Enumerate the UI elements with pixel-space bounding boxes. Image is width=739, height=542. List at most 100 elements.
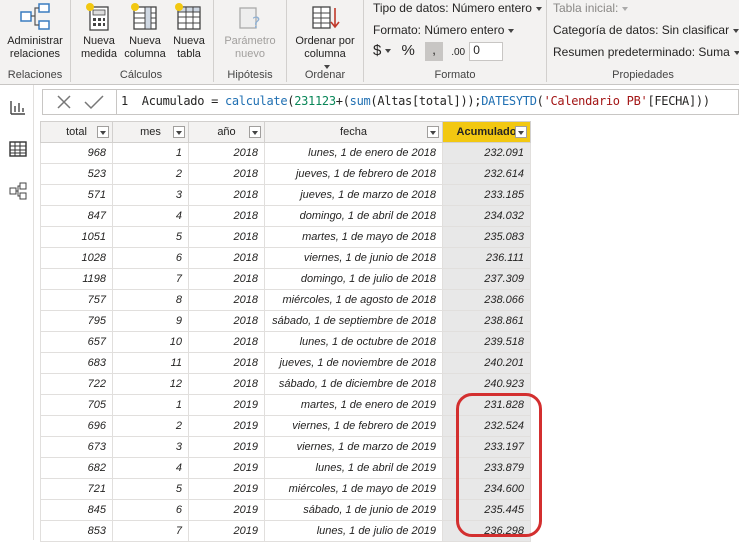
cell-fecha[interactable]: domingo, 1 de julio de 2018 — [264, 268, 443, 290]
cell-total[interactable]: 523 — [40, 163, 113, 185]
table-row[interactable]: 845 6 2019 sábado, 1 de junio de 2019 235.44… — [40, 499, 531, 521]
cell-fecha[interactable]: lunes, 1 de enero de 2018 — [264, 142, 443, 164]
commit-formula-icon[interactable] — [83, 93, 105, 111]
table-row[interactable]: 1051 5 2018 martes, 1 de mayo de 2018 235.08… — [40, 226, 531, 248]
currency-button[interactable]: $ — [373, 42, 381, 59]
cell-acumulado[interactable]: 233.185 — [442, 184, 531, 206]
cell-anio[interactable]: 2019 — [188, 415, 265, 437]
column-header-total[interactable]: total — [40, 121, 113, 143]
chevron-down-icon[interactable] — [385, 49, 392, 54]
cell-anio[interactable]: 2019 — [188, 520, 265, 542]
cell-total[interactable]: 696 — [40, 415, 113, 437]
cell-total[interactable]: 845 — [40, 499, 113, 521]
cell-total[interactable]: 1198 — [40, 268, 113, 290]
cell-fecha[interactable]: viernes, 1 de marzo de 2019 — [264, 436, 443, 458]
cell-fecha[interactable]: viernes, 1 de febrero de 2019 — [264, 415, 443, 437]
cell-fecha[interactable]: sábado, 1 de junio de 2019 — [264, 499, 443, 521]
table-row[interactable]: 657 10 2018 lunes, 1 de octubre de 2018 239.… — [40, 331, 531, 353]
data-view-icon[interactable] — [8, 139, 28, 159]
percent-button[interactable]: % — [402, 42, 415, 59]
format-dropdown[interactable]: Formato: Número entero — [373, 23, 515, 37]
table-row[interactable]: 722 12 2018 sábado, 1 de diciembre de 2018 2… — [40, 373, 531, 395]
cell-acumulado[interactable]: 233.879 — [442, 457, 531, 479]
cell-anio[interactable]: 2018 — [188, 184, 265, 206]
manage-relationships-button[interactable]: Administrar relaciones — [2, 0, 68, 61]
cancel-formula-icon[interactable] — [55, 93, 73, 111]
table-row[interactable]: 523 2 2018 jueves, 1 de febrero de 2018 232.… — [40, 163, 531, 185]
cell-total[interactable]: 722 — [40, 373, 113, 395]
new-column-button[interactable]: Nueva columna — [123, 0, 167, 61]
new-measure-button[interactable]: Nueva medida — [77, 0, 121, 61]
table-row[interactable]: 1028 6 2018 viernes, 1 de junio de 2018 236.… — [40, 247, 531, 269]
cell-fecha[interactable]: martes, 1 de mayo de 2018 — [264, 226, 443, 248]
cell-anio[interactable]: 2018 — [188, 142, 265, 164]
cell-acumulado[interactable]: 238.861 — [442, 310, 531, 332]
cell-mes[interactable]: 9 — [112, 310, 189, 332]
cell-acumulado[interactable]: 235.083 — [442, 226, 531, 248]
table-row[interactable]: 757 8 2018 miércoles, 1 de agosto de 2018 23… — [40, 289, 531, 311]
cell-anio[interactable]: 2018 — [188, 205, 265, 227]
report-view-icon[interactable] — [8, 97, 28, 117]
cell-acumulado[interactable]: 238.066 — [442, 289, 531, 311]
cell-anio[interactable]: 2019 — [188, 394, 265, 416]
cell-total[interactable]: 1028 — [40, 247, 113, 269]
cell-anio[interactable]: 2018 — [188, 331, 265, 353]
cell-mes[interactable]: 10 — [112, 331, 189, 353]
cell-fecha[interactable]: lunes, 1 de julio de 2019 — [264, 520, 443, 542]
cell-fecha[interactable]: miércoles, 1 de mayo de 2019 — [264, 478, 443, 500]
cell-mes[interactable]: 3 — [112, 184, 189, 206]
column-header-mes[interactable]: mes — [112, 121, 189, 143]
table-row[interactable]: 968 1 2018 lunes, 1 de enero de 2018 232.091 — [40, 142, 531, 164]
cell-total[interactable]: 571 — [40, 184, 113, 206]
cell-total[interactable]: 757 — [40, 289, 113, 311]
new-parameter-button[interactable]: ? Parámetro nuevo — [220, 0, 280, 61]
cell-fecha[interactable]: miércoles, 1 de agosto de 2018 — [264, 289, 443, 311]
default-summarization-dropdown[interactable]: Resumen predeterminado: Suma — [553, 45, 739, 59]
filter-dropdown-icon[interactable] — [515, 126, 527, 138]
cell-fecha[interactable]: jueves, 1 de noviembre de 2018 — [264, 352, 443, 374]
cell-mes[interactable]: 11 — [112, 352, 189, 374]
cell-mes[interactable]: 5 — [112, 226, 189, 248]
cell-mes[interactable]: 5 — [112, 478, 189, 500]
cell-mes[interactable]: 12 — [112, 373, 189, 395]
cell-fecha[interactable]: martes, 1 de enero de 2019 — [264, 394, 443, 416]
cell-anio[interactable]: 2019 — [188, 457, 265, 479]
cell-anio[interactable]: 2018 — [188, 310, 265, 332]
comma-button[interactable]: , — [425, 42, 444, 61]
cell-total[interactable]: 968 — [40, 142, 113, 164]
cell-anio[interactable]: 2018 — [188, 247, 265, 269]
table-row[interactable]: 721 5 2019 miércoles, 1 de mayo de 2019 234.… — [40, 478, 531, 500]
cell-acumulado[interactable]: 231.828 — [442, 394, 531, 416]
cell-anio[interactable]: 2019 — [188, 436, 265, 458]
cell-fecha[interactable]: sábado, 1 de septiembre de 2018 — [264, 310, 443, 332]
cell-acumulado[interactable]: 232.524 — [442, 415, 531, 437]
cell-acumulado[interactable]: 240.923 — [442, 373, 531, 395]
cell-total[interactable]: 705 — [40, 394, 113, 416]
cell-total[interactable]: 673 — [40, 436, 113, 458]
column-header-anio[interactable]: año — [188, 121, 265, 143]
cell-anio[interactable]: 2018 — [188, 268, 265, 290]
cell-fecha[interactable]: lunes, 1 de abril de 2019 — [264, 457, 443, 479]
cell-anio[interactable]: 2018 — [188, 352, 265, 374]
cell-anio[interactable]: 2018 — [188, 226, 265, 248]
cell-acumulado[interactable]: 234.600 — [442, 478, 531, 500]
table-row[interactable]: 682 4 2019 lunes, 1 de abril de 2019 233.879 — [40, 457, 531, 479]
model-view-icon[interactable] — [8, 181, 28, 201]
cell-fecha[interactable]: sábado, 1 de diciembre de 2018 — [264, 373, 443, 395]
cell-total[interactable]: 682 — [40, 457, 113, 479]
cell-total[interactable]: 795 — [40, 310, 113, 332]
cell-anio[interactable]: 2019 — [188, 499, 265, 521]
data-category-dropdown[interactable]: Categoría de datos: Sin clasificar — [553, 23, 739, 37]
table-row[interactable]: 1198 7 2018 domingo, 1 de julio de 2018 237.… — [40, 268, 531, 290]
cell-fecha[interactable]: jueves, 1 de marzo de 2018 — [264, 184, 443, 206]
cell-anio[interactable]: 2018 — [188, 289, 265, 311]
table-row[interactable]: 696 2 2019 viernes, 1 de febrero de 2019 232… — [40, 415, 531, 437]
filter-dropdown-icon[interactable] — [427, 126, 439, 138]
cell-acumulado[interactable]: 234.032 — [442, 205, 531, 227]
cell-mes[interactable]: 3 — [112, 436, 189, 458]
cell-acumulado[interactable]: 235.445 — [442, 499, 531, 521]
sort-by-column-button[interactable]: Ordenar por columna — [289, 0, 361, 74]
cell-fecha[interactable]: lunes, 1 de octubre de 2018 — [264, 331, 443, 353]
cell-acumulado[interactable]: 240.201 — [442, 352, 531, 374]
cell-fecha[interactable]: viernes, 1 de junio de 2018 — [264, 247, 443, 269]
